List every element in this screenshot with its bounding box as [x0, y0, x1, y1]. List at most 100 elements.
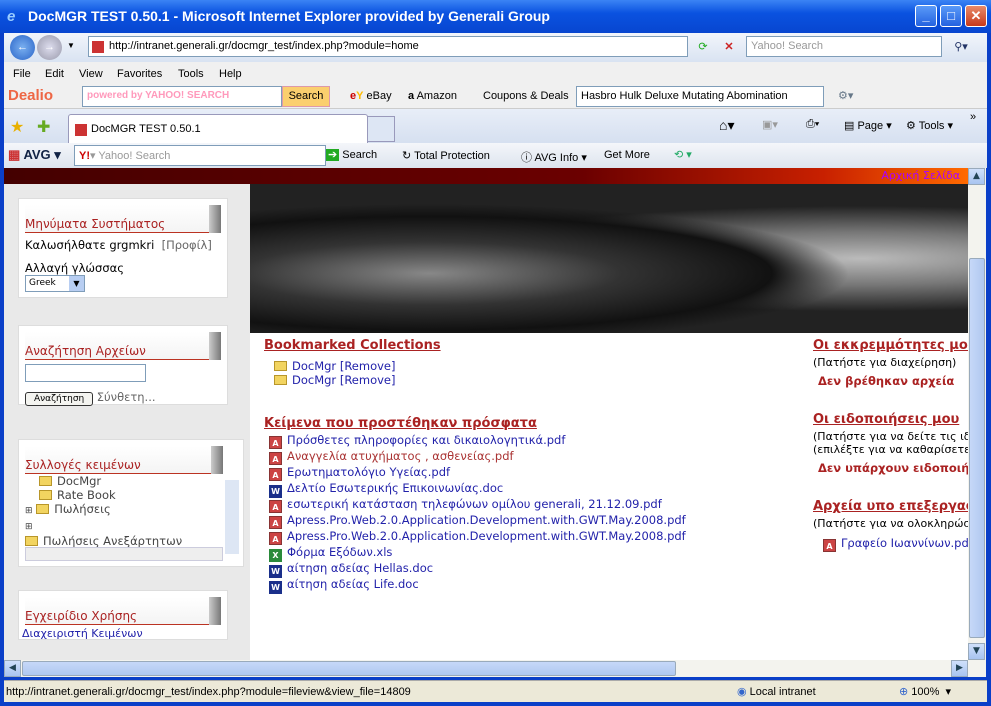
history-dropdown-icon[interactable]: ▼: [67, 41, 75, 50]
scroll-down-button[interactable]: ▼: [968, 643, 985, 660]
page-menu[interactable]: ▤ Page ▾: [844, 119, 892, 132]
vertical-scroll-thumb[interactable]: [969, 258, 985, 638]
notifications-title[interactable]: Οι ειδοποιήσεις μου: [813, 412, 968, 427]
checkedout-file[interactable]: Γραφείο Ιωαννίνων.pdf: [841, 536, 968, 550]
system-messages-box: Μηνύματα Συστήματος Καλωσήλθατε grgmkri …: [18, 198, 228, 298]
total-protection-link[interactable]: ↻ Total Protection: [402, 149, 490, 162]
recent-doc-item[interactable]: W Δελτίο Εσωτερικής Επικοινωνίας.doc: [269, 481, 804, 498]
collection-item[interactable]: DocMgr: [25, 474, 223, 488]
checkedout-title[interactable]: Αρχεία υπο επεξεργασ: [813, 499, 968, 514]
bookmarks-title[interactable]: Bookmarked Collections: [264, 338, 804, 353]
recent-doc-name[interactable]: Δελτίο Εσωτερικής Επικοινωνίας.doc: [287, 481, 503, 495]
home-icon[interactable]: ⌂▾: [719, 117, 734, 134]
file-search-input[interactable]: [25, 364, 146, 382]
dealio-search-input[interactable]: powered by YAHOO! SEARCH: [82, 86, 282, 107]
tab-docmgr[interactable]: DocMGR TEST 0.50.1: [68, 114, 368, 143]
recent-doc-item[interactable]: A Πρόσθετες πληροφορίες και δικαιολογητικ…: [269, 433, 804, 449]
tools-menu[interactable]: ⚙ Tools ▾: [906, 119, 953, 132]
recent-doc-item[interactable]: Wαίτηση αδείας Life.doc: [269, 577, 804, 594]
back-button[interactable]: ←: [10, 35, 35, 60]
bookmark-name[interactable]: DocMgr: [292, 373, 336, 387]
menu-tools[interactable]: Tools: [178, 68, 204, 80]
avg-search-button[interactable]: ➔ Search: [326, 148, 377, 161]
avg-search-input[interactable]: Y!▾ Yahoo! Search: [74, 145, 326, 166]
scroll-left-button[interactable]: ◀: [4, 660, 21, 677]
bookmark-item[interactable]: DocMgr [Remove]: [274, 359, 804, 373]
search-button[interactable]: Αναζήτηση: [25, 392, 94, 406]
horizontal-scrollbar[interactable]: ◀ ▶: [4, 660, 986, 677]
recent-doc-item[interactable]: A Αναγγελία ατυχήματος , ασθενείας.pdf: [269, 449, 804, 465]
chevron-more-icon[interactable]: »: [970, 111, 976, 123]
menu-help[interactable]: Help: [219, 68, 242, 80]
vertical-scrollbar[interactable]: ▲ ▼: [968, 168, 986, 660]
recent-doc-name[interactable]: Αναγγελία ατυχήματος , ασθενείας.pdf: [287, 449, 514, 463]
deals-dropdown[interactable]: Hasbro Hulk Deluxe Mutating Abomination: [576, 86, 824, 107]
forward-button[interactable]: →: [37, 35, 62, 60]
expand-icon[interactable]: ⊞: [25, 506, 33, 516]
menu-favorites[interactable]: Favorites: [117, 68, 162, 80]
recent-doc-name[interactable]: Φόρμα Εξόδων.xls: [287, 545, 392, 559]
profile-link[interactable]: [Προφίλ]: [162, 238, 212, 252]
recent-doc-name[interactable]: Πρόσθετες πληροφορίες και δικαιολογητικά…: [287, 433, 565, 447]
scroll-right-button[interactable]: ▶: [951, 660, 968, 677]
recent-doc-name[interactable]: Apress.Pro.Web.2.0.Application.Developme…: [287, 513, 686, 527]
horizontal-scroll-thumb[interactable]: [22, 661, 676, 676]
bookmark-item[interactable]: DocMgr [Remove]: [274, 373, 804, 387]
remove-bookmark-link[interactable]: [Remove]: [340, 373, 396, 387]
recent-doc-name[interactable]: Apress.Pro.Web.2.0.Application.Developme…: [287, 529, 686, 543]
recent-doc-item[interactable]: Wαίτηση αδείας Hellas.doc: [269, 561, 804, 578]
recent-doc-name[interactable]: Ερωτηματολόγιο Υγείας.pdf: [287, 465, 450, 479]
pending-title[interactable]: Οι εκκρεμμότητες μου: [813, 338, 968, 353]
print-icon[interactable]: ⎙▾: [806, 118, 819, 131]
add-favorites-icon[interactable]: ✚: [37, 117, 50, 137]
ebay-link[interactable]: eY eBay: [350, 90, 392, 102]
scroll-up-button[interactable]: ▲: [968, 168, 985, 185]
remove-bookmark-link[interactable]: [Remove]: [340, 359, 396, 373]
security-zone[interactable]: ◉ Local intranet: [737, 685, 816, 698]
collections-vscrollbar[interactable]: [225, 480, 239, 554]
expand-icon[interactable]: ⊞: [25, 522, 33, 532]
recent-doc-name[interactable]: αίτηση αδείας Hellas.doc: [287, 561, 433, 575]
avg-update-icon[interactable]: ⟲ ▾: [674, 148, 692, 161]
bookmark-name[interactable]: DocMgr: [292, 359, 336, 373]
search-input[interactable]: Yahoo! Search: [746, 36, 942, 57]
language-select[interactable]: Greek ▼: [25, 275, 85, 292]
recent-doc-item[interactable]: Aεσωτερική κατάσταση τηλεφώνων ομίλου ge…: [269, 497, 804, 513]
recent-doc-item[interactable]: X Φόρμα Εξόδων.xls: [269, 545, 804, 562]
avg-logo[interactable]: ▦ AVG ▾: [8, 147, 61, 163]
feeds-icon[interactable]: ▣▾: [762, 118, 778, 131]
collection-item[interactable]: ⊞ Πωλήσεις: [25, 502, 223, 518]
collection-item[interactable]: Rate Book: [25, 488, 223, 502]
recent-doc-name[interactable]: εσωτερική κατάσταση τηλεφώνων ομίλου gen…: [287, 497, 662, 511]
advanced-search-link[interactable]: Σύνθετη...: [97, 390, 156, 404]
stop-icon[interactable]: ✕: [718, 37, 740, 58]
coupons-link[interactable]: Coupons & Deals: [483, 90, 569, 102]
collections-hscrollbar[interactable]: [25, 547, 223, 561]
home-page-link[interactable]: Αρχική Σελίδα: [881, 169, 960, 182]
favorites-star-icon[interactable]: ★: [10, 117, 24, 137]
refresh-icon[interactable]: ⟳: [692, 37, 714, 58]
address-input[interactable]: http://intranet.generali.gr/docmgr_test/…: [88, 36, 688, 57]
new-tab-button[interactable]: [367, 116, 395, 142]
dealio-search-button[interactable]: Search: [282, 86, 330, 107]
search-go-icon[interactable]: ⚲▾: [946, 37, 976, 58]
recent-doc-item[interactable]: A Apress.Pro.Web.2.0.Application.Developm…: [269, 529, 804, 545]
get-more-link[interactable]: Get More: [604, 149, 650, 161]
avg-info-menu[interactable]: ⓘ AVG Info ▾: [521, 149, 587, 165]
menu-file[interactable]: File: [13, 68, 31, 80]
recent-doc-item[interactable]: A Apress.Pro.Web.2.0.Application.Developm…: [269, 513, 804, 529]
dealio-settings-icon[interactable]: ⚙▾: [838, 89, 853, 102]
amazon-link[interactable]: a Amazon: [408, 90, 457, 102]
recent-doc-name[interactable]: αίτηση αδείας Life.doc: [287, 577, 419, 591]
menu-view[interactable]: View: [79, 68, 103, 80]
recent-doc-item[interactable]: A Ερωτηματολόγιο Υγείας.pdf: [269, 465, 804, 481]
checkedout-item[interactable]: A Γραφείο Ιωαννίνων.pdf: [823, 536, 968, 552]
close-button[interactable]: ✕: [965, 5, 987, 27]
minimize-button[interactable]: _: [915, 5, 937, 27]
manual-link[interactable]: Διαχειριστή Κειμένων: [22, 627, 221, 640]
menu-edit[interactable]: Edit: [45, 68, 64, 80]
zoom-control[interactable]: ⊕ 100% ▾: [899, 685, 951, 698]
maximize-button[interactable]: □: [940, 5, 962, 27]
status-text: http://intranet.generali.gr/docmgr_test/…: [6, 686, 411, 698]
recent-docs-title[interactable]: Κείμενα που προστέθηκαν πρόσφατα: [264, 416, 804, 431]
